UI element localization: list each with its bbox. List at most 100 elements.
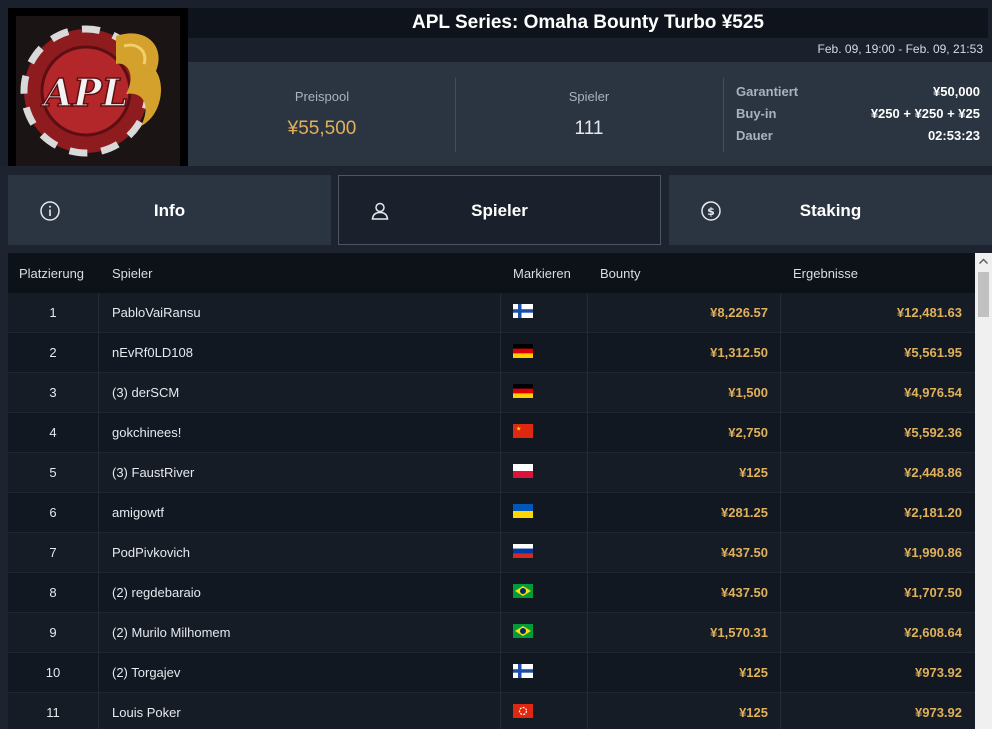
player-name-cell[interactable]: PabloVaiRansu [112, 293, 492, 333]
column-divider [98, 653, 99, 693]
column-divider [500, 693, 501, 729]
result-cell: ¥5,592.36 [904, 425, 962, 440]
prizepool-label: Preispool [294, 89, 350, 104]
column-divider [98, 333, 99, 373]
column-divider [98, 293, 99, 333]
flag-br-icon [513, 624, 533, 638]
svg-text:APL: APL [41, 70, 129, 115]
column-header-player[interactable]: Spieler [112, 266, 152, 281]
rank-cell: 4 [49, 425, 57, 440]
rank-cell: 9 [49, 625, 57, 640]
table-row[interactable]: 11 Louis Poker ¥125 ¥973.92 [8, 693, 975, 729]
bounty-cell: ¥1,570.31 [710, 625, 768, 640]
result-cell: ¥5,561.95 [904, 345, 962, 360]
bounty-cell: ¥8,226.57 [710, 305, 768, 320]
buyin-label: Buy-in [736, 106, 777, 121]
table-row[interactable]: 6 amigowtf ¥281.25 ¥2,181.20 [8, 493, 975, 533]
rank-cell: 7 [49, 545, 57, 560]
column-divider [500, 293, 501, 333]
table-row[interactable]: 10 (2) Torgajev ¥125 ¥973.92 [8, 653, 975, 693]
tab-players-label: Spieler [471, 201, 528, 220]
bounty-cell: ¥437.50 [721, 585, 768, 600]
column-divider [98, 453, 99, 493]
bounty-cell: ¥437.50 [721, 545, 768, 560]
players-value: 111 [574, 118, 604, 139]
tournament-logo: APL [8, 8, 188, 166]
result-cell: ¥2,448.86 [904, 465, 962, 480]
flag-pl-icon [513, 464, 533, 478]
players-stat: Spieler 111 [456, 62, 722, 166]
column-divider [500, 653, 501, 693]
tournament-title: APL Series: Omaha Bounty Turbo ¥525 [412, 12, 764, 33]
column-divider [98, 493, 99, 533]
player-name-cell[interactable]: (3) derSCM [112, 373, 492, 413]
duration-label: Dauer [736, 128, 773, 143]
player-name-cell[interactable]: Louis Poker [112, 693, 492, 729]
table-row[interactable]: 5 (3) FaustRiver ¥125 ¥2,448.86 [8, 453, 975, 493]
table-row[interactable]: 4 gokchinees! ★ ¥2,750 ¥5,592.36 [8, 413, 975, 453]
tab-staking[interactable]: $ Staking [669, 175, 992, 245]
scrollbar-thumb[interactable] [978, 272, 989, 317]
player-name-cell[interactable]: (2) Torgajev [112, 653, 492, 693]
tournament-header: APL APL Series: Omaha Bounty Turbo ¥525 … [0, 0, 992, 166]
bounty-cell: ¥125 [739, 465, 768, 480]
bounty-cell: ¥2,750 [728, 425, 768, 440]
prizepool-stat: Preispool ¥55,500 [188, 62, 456, 166]
flag-de-icon [513, 384, 533, 398]
tab-staking-label: Staking [799, 201, 862, 220]
column-divider [500, 453, 501, 493]
vertical-scrollbar[interactable] [975, 253, 992, 729]
player-name-cell[interactable]: (2) regdebaraio [112, 573, 492, 613]
column-divider [500, 493, 501, 533]
column-divider [500, 373, 501, 413]
column-divider [98, 613, 99, 653]
rank-cell: 5 [49, 465, 57, 480]
player-name-cell[interactable]: PodPivkovich [112, 533, 492, 573]
column-header-flag[interactable]: Markieren [513, 266, 571, 281]
player-name-cell[interactable]: (2) Murilo Milhomem [112, 613, 492, 653]
tab-info[interactable]: Info [8, 175, 331, 245]
table-row[interactable]: 3 (3) derSCM ¥1,500 ¥4,976.54 [8, 373, 975, 413]
bounty-cell: ¥281.25 [721, 505, 768, 520]
column-header-results[interactable]: Ergebnisse [793, 266, 858, 281]
column-divider [500, 573, 501, 613]
tab-bar: Info Spieler $ Staking [0, 175, 992, 245]
scroll-up-arrow-icon[interactable] [975, 253, 992, 270]
result-cell: ¥2,608.64 [904, 625, 962, 640]
column-header-bounty[interactable]: Bounty [600, 266, 640, 281]
column-divider [98, 533, 99, 573]
flag-de-icon [513, 344, 533, 358]
table-row[interactable]: 9 (2) Murilo Milhomem ¥1,570.31 ¥2,608.64 [8, 613, 975, 653]
result-cell: ¥4,976.54 [904, 385, 962, 400]
table-row[interactable]: 8 (2) regdebaraio ¥437.50 ¥1,707.50 [8, 573, 975, 613]
result-cell: ¥1,990.86 [904, 545, 962, 560]
rank-cell: 2 [49, 345, 57, 360]
player-name-cell[interactable]: gokchinees! [112, 413, 492, 453]
flag-fi-icon [513, 664, 533, 678]
column-divider [500, 333, 501, 373]
flag-ua-icon [513, 504, 533, 518]
flag-hk-icon [513, 704, 533, 718]
player-name-cell[interactable]: nEvRf0LD108 [112, 333, 492, 373]
result-cell: ¥12,481.63 [896, 305, 962, 320]
players-table: Platzierung Spieler Markieren Bounty Erg… [8, 253, 975, 729]
player-name-cell[interactable]: amigowtf [112, 493, 492, 533]
rank-cell: 1 [49, 305, 57, 320]
table-row[interactable]: 2 nEvRf0LD108 ¥1,312.50 ¥5,561.95 [8, 333, 975, 373]
table-row[interactable]: 1 PabloVaiRansu ¥8,226.57 ¥12,481.63 [8, 293, 975, 333]
title-bar: APL Series: Omaha Bounty Turbo ¥525 [188, 8, 988, 38]
table-row[interactable]: 7 PodPivkovich ¥437.50 ¥1,990.86 [8, 533, 975, 573]
guaranteed-label: Garantiert [736, 84, 799, 99]
tab-players[interactable]: Spieler [338, 175, 661, 245]
bounty-cell: ¥125 [739, 705, 768, 720]
players-label: Spieler [568, 89, 610, 104]
bounty-cell: ¥1,312.50 [710, 345, 768, 360]
player-name-cell[interactable]: (3) FaustRiver [112, 453, 492, 493]
bounty-cell: ¥1,500 [728, 385, 768, 400]
svg-text:★: ★ [516, 426, 521, 433]
column-divider [500, 613, 501, 653]
column-header-rank[interactable]: Platzierung [19, 266, 84, 281]
column-divider [98, 573, 99, 613]
rank-cell: 6 [49, 505, 57, 520]
duration-value: 02:53:23 [927, 128, 980, 143]
